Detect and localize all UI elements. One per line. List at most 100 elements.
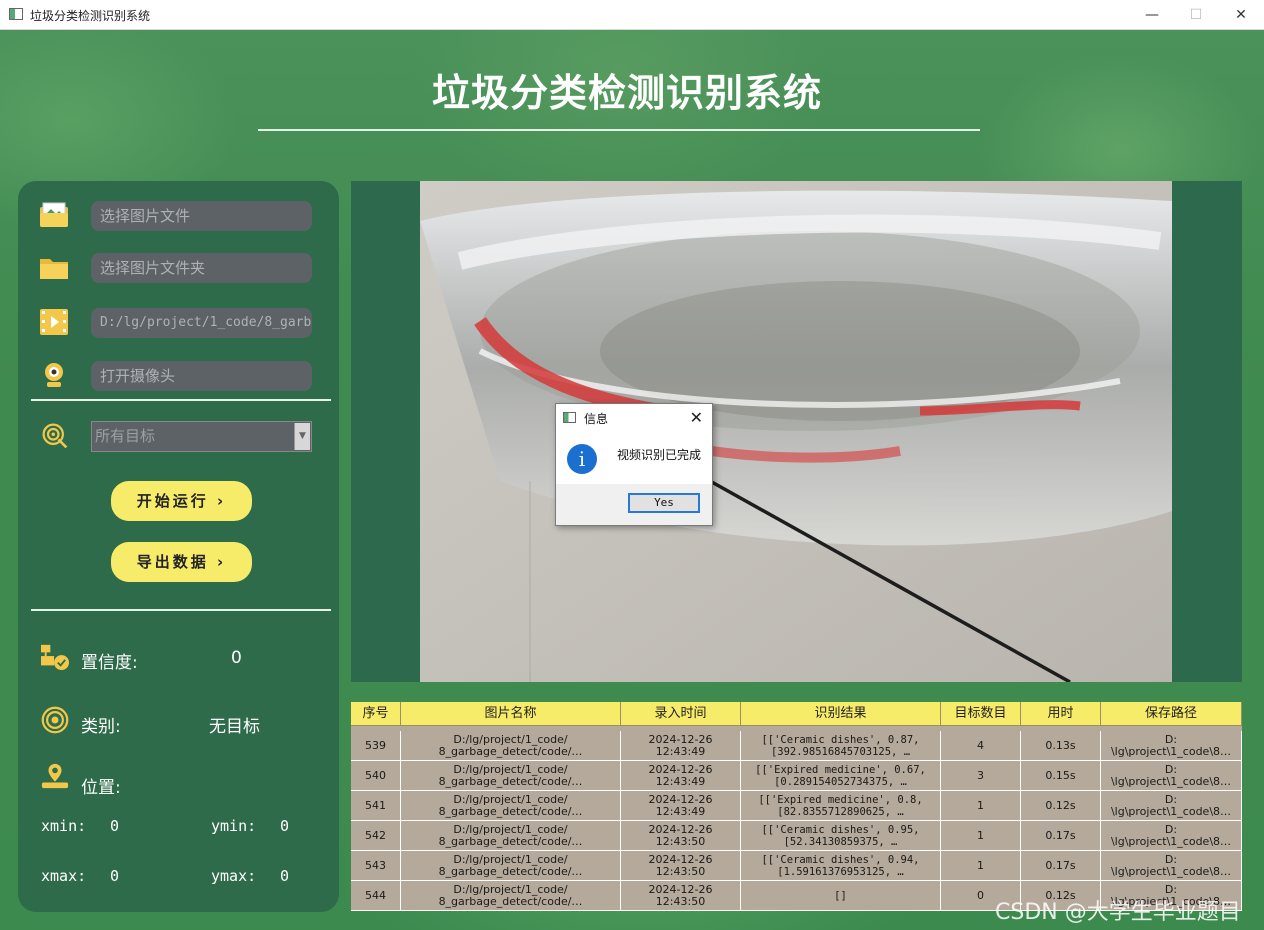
cell-save-path: D: \lg\project\1_code\8… bbox=[1101, 791, 1242, 821]
confidence-label: 置信度: bbox=[81, 653, 138, 673]
xmin-label: xmin: bbox=[41, 817, 87, 835]
category-value: 无目标 bbox=[209, 717, 260, 737]
cell-index: 540 bbox=[351, 761, 401, 791]
cell-save-path: D: \lg\project\1_code\8… bbox=[1101, 851, 1242, 881]
cell-save-path: D: \lg\project\1_code\8… bbox=[1101, 821, 1242, 851]
cell-time: 2024-12-26 12:43:49 bbox=[621, 791, 741, 821]
cell-result: [['Ceramic dishes', 0.95, [52.3413085937… bbox=[741, 821, 941, 851]
cell-image-name: D:/lg/project/1_code/ 8_garbage_detect/c… bbox=[401, 731, 621, 761]
cell-result: [['Ceramic dishes', 0.87, [392.985168457… bbox=[741, 731, 941, 761]
frame-image bbox=[420, 181, 1172, 682]
cell-save-path: D: \lg\project\1_code\8… bbox=[1101, 731, 1242, 761]
cell-time: 2024-12-26 12:43:50 bbox=[621, 851, 741, 881]
info-icon: i bbox=[567, 444, 597, 474]
location-icon bbox=[41, 763, 69, 789]
cell-save-path: D: \lg\project\1_code\8… bbox=[1101, 761, 1242, 791]
confidence-value: 0 bbox=[231, 648, 242, 668]
results-table: 序号 图片名称 录入时间 识别结果 目标数目 用时 保存路径 539 D:/lg/… bbox=[351, 702, 1242, 911]
cell-count: 1 bbox=[941, 851, 1021, 881]
detection-image bbox=[420, 181, 1172, 682]
ymin-value: 0 bbox=[280, 817, 290, 835]
cell-time: 2024-12-26 12:43:49 bbox=[621, 761, 741, 791]
ymax-label: ymax: bbox=[211, 867, 257, 885]
cell-result: [] bbox=[741, 881, 941, 911]
watermark: CSDN @大学生毕业题目 bbox=[995, 900, 1241, 925]
cell-index: 542 bbox=[351, 821, 401, 851]
folder-icon[interactable] bbox=[38, 253, 70, 281]
export-button[interactable]: 导出数据 › bbox=[111, 542, 252, 582]
cell-image-name: D:/lg/project/1_code/ 8_garbage_detect/c… bbox=[401, 761, 621, 791]
cell-cost: 0.17s bbox=[1021, 821, 1101, 851]
video-file-input[interactable]: D:/lg/project/1_code/8_garbage_detect/co… bbox=[91, 308, 312, 338]
xmin-value: 0 bbox=[110, 817, 120, 835]
page-title: 垃圾分类检测识别系统 bbox=[431, 71, 822, 115]
col-cost[interactable]: 用时 bbox=[1021, 702, 1101, 726]
dialog-message: 视频识别已完成 bbox=[617, 448, 702, 462]
video-icon[interactable] bbox=[38, 308, 70, 336]
dialog-close-icon[interactable]: ✕ bbox=[690, 408, 703, 427]
cell-result: [['Expired medicine', 0.8, [82.835571289… bbox=[741, 791, 941, 821]
ymin-label: ymin: bbox=[211, 817, 257, 835]
table-row[interactable]: 539 D:/lg/project/1_code/ 8_garbage_detec… bbox=[351, 731, 1242, 761]
image-file-icon[interactable] bbox=[38, 201, 70, 229]
ymax-value: 0 bbox=[280, 867, 290, 885]
xmax-value: 0 bbox=[110, 867, 120, 885]
cell-time: 2024-12-26 12:43:50 bbox=[621, 821, 741, 851]
image-folder-input[interactable]: 选择图片文件夹 bbox=[91, 253, 312, 283]
info-dialog: 信息 ✕ i 视频识别已完成 Yes bbox=[555, 403, 713, 526]
table-row[interactable]: 542 D:/lg/project/1_code/ 8_garbage_detec… bbox=[351, 821, 1242, 851]
col-result[interactable]: 识别结果 bbox=[741, 702, 941, 726]
cell-cost: 0.12s bbox=[1021, 791, 1101, 821]
confidence-icon bbox=[41, 644, 69, 671]
table-row[interactable]: 541 D:/lg/project/1_code/ 8_garbage_detec… bbox=[351, 791, 1242, 821]
target-select-value: 所有目标 bbox=[95, 427, 156, 445]
cell-cost: 0.13s bbox=[1021, 731, 1101, 761]
window-titlebar: 垃圾分类检测识别系统 — ☐ ✕ bbox=[0, 0, 1264, 30]
table-header: 序号 图片名称 录入时间 识别结果 目标数目 用时 保存路径 bbox=[351, 702, 1242, 726]
minimize-button[interactable]: — bbox=[1129, 0, 1175, 30]
cell-image-name: D:/lg/project/1_code/ 8_garbage_detect/c… bbox=[401, 851, 621, 881]
target-select[interactable]: 所有目标 ▼ bbox=[91, 421, 312, 452]
position-label: 位置: bbox=[81, 778, 121, 798]
table-row[interactable]: 543 D:/lg/project/1_code/ 8_garbage_detec… bbox=[351, 851, 1242, 881]
panel-divider bbox=[31, 399, 331, 401]
dialog-app-icon bbox=[563, 412, 576, 423]
cell-cost: 0.15s bbox=[1021, 761, 1101, 791]
col-count[interactable]: 目标数目 bbox=[941, 702, 1021, 726]
window-title: 垃圾分类检测识别系统 bbox=[30, 9, 151, 23]
cell-result: [['Ceramic dishes', 0.94, [1.59161376953… bbox=[741, 851, 941, 881]
panel-divider-2 bbox=[31, 609, 331, 611]
close-button[interactable]: ✕ bbox=[1218, 0, 1264, 30]
cell-image-name: D:/lg/project/1_code/ 8_garbage_detect/c… bbox=[401, 821, 621, 851]
cell-count: 1 bbox=[941, 791, 1021, 821]
cell-count: 3 bbox=[941, 761, 1021, 791]
cell-index: 543 bbox=[351, 851, 401, 881]
maximize-button[interactable]: ☐ bbox=[1173, 0, 1219, 30]
category-label: 类别: bbox=[81, 717, 121, 737]
image-file-input[interactable]: 选择图片文件 bbox=[91, 201, 312, 231]
cell-cost: 0.17s bbox=[1021, 851, 1101, 881]
col-image-name[interactable]: 图片名称 bbox=[401, 702, 621, 726]
category-icon bbox=[41, 706, 69, 734]
camera-icon[interactable] bbox=[38, 361, 70, 389]
cell-image-name: D:/lg/project/1_code/ 8_garbage_detect/c… bbox=[401, 791, 621, 821]
start-button[interactable]: 开始运行 › bbox=[111, 481, 252, 521]
yes-button[interactable]: Yes bbox=[628, 493, 700, 513]
cell-index: 539 bbox=[351, 731, 401, 761]
chevron-down-icon[interactable]: ▼ bbox=[294, 423, 310, 450]
camera-input[interactable]: 打开摄像头 bbox=[91, 361, 312, 391]
col-time[interactable]: 录入时间 bbox=[621, 702, 741, 726]
cell-result: [['Expired medicine', 0.67, [0.289154052… bbox=[741, 761, 941, 791]
cell-index: 541 bbox=[351, 791, 401, 821]
table-row[interactable]: 540 D:/lg/project/1_code/ 8_garbage_detec… bbox=[351, 761, 1242, 791]
title-divider bbox=[258, 129, 980, 131]
cell-image-name: D:/lg/project/1_code/ 8_garbage_detect/c… bbox=[401, 881, 621, 911]
app-icon bbox=[9, 8, 23, 20]
xmax-label: xmax: bbox=[41, 867, 87, 885]
cell-count: 4 bbox=[941, 731, 1021, 761]
cell-count: 1 bbox=[941, 821, 1021, 851]
col-index[interactable]: 序号 bbox=[351, 702, 401, 726]
target-icon bbox=[42, 423, 68, 449]
cell-time: 2024-12-26 12:43:50 bbox=[621, 881, 741, 911]
col-save-path[interactable]: 保存路径 bbox=[1101, 702, 1242, 726]
